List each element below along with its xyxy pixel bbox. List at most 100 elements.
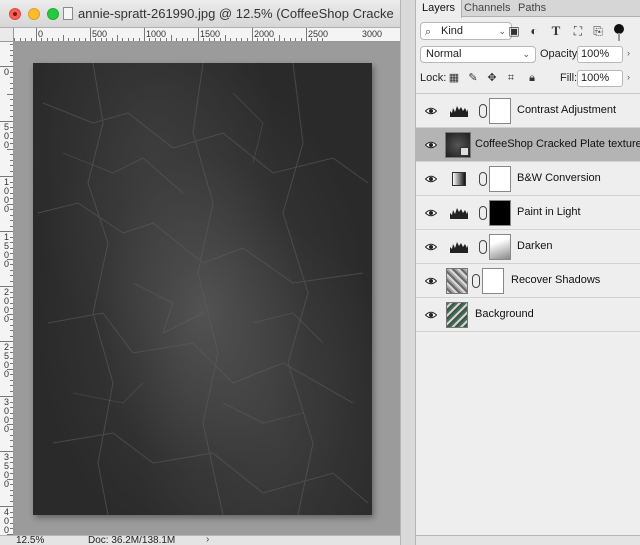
ruler-tick [10,429,13,430]
ruler-tick [10,528,13,529]
crack-texture [37,63,369,515]
ruler-tick [19,38,21,41]
layer-row-paint-in-light[interactable]: Paint in Light [416,196,640,230]
layer-row-darken[interactable]: Darken [416,230,640,264]
ruler-tick [30,38,32,41]
lock-transparent-pixels-icon[interactable]: ▦ [447,71,461,85]
lock-position-icon[interactable]: ✥ [485,71,499,85]
tab-paths[interactable]: Paths [512,0,552,17]
ruler-label: 2000 [254,29,275,39]
document-size[interactable]: Doc: 36.2M/138.1M [88,536,175,545]
smart-object-filter-icon[interactable]: ⎘ [591,24,605,38]
visibility-eye-icon[interactable] [425,105,437,117]
visibility-eye-icon[interactable] [425,139,437,151]
layer-mask-thumbnail[interactable] [489,234,511,260]
lock-image-pixels-icon[interactable]: ✎ [466,71,480,85]
ruler-tick [57,38,59,41]
visibility-eye-icon[interactable] [425,207,437,219]
layer-row-background[interactable]: Background [416,298,640,332]
smart-object-thumbnail[interactable] [445,132,471,158]
ruler-tick [225,35,226,41]
ruler-tick [127,38,129,41]
minimize-window-button[interactable] [28,8,40,20]
zoom-level[interactable]: 12.5% [16,536,44,545]
layer-mask-thumbnail[interactable] [489,166,511,192]
zoom-window-button[interactable] [47,8,59,20]
image-thumbnail[interactable] [446,302,468,328]
ruler-origin[interactable] [0,28,14,42]
pixel-layer-filter-icon[interactable]: ▣ [507,24,521,38]
close-window-button[interactable] [9,8,21,20]
black-white-icon [452,172,466,186]
vertical-ruler[interactable]: 0 5 0 0 1 0 0 0 1 5 0 0 2 0 0 0 2 5 0 0 3 0 0 … [0,42,14,535]
document-title-bar[interactable]: annie-spratt-261990.jpg @ 12.5% (CoffeeS… [0,0,400,28]
ruler-tick [63,35,64,41]
curves-icon [449,240,469,254]
tab-channels[interactable]: Channels [458,0,516,17]
ruler-label: 1 0 0 0 [4,177,10,214]
ruler-tick [241,38,243,41]
opacity-field[interactable]: 100% [577,46,623,63]
ruler-label: 2 5 0 0 [4,342,10,379]
mask-link-icon[interactable] [472,274,480,288]
layer-row-contrast-adjustment[interactable]: Contrast Adjustment [416,94,640,128]
layer-mask-thumbnail[interactable] [489,98,511,124]
ruler-tick [52,38,54,41]
ruler-tick [10,440,13,441]
canvas-image[interactable] [33,63,372,515]
ruler-tick [230,38,232,41]
layer-row-bw-conversion[interactable]: B&W Conversion [416,162,640,196]
adjustment-layer-filter-icon[interactable]: ◐ [527,24,541,38]
ruler-tick [10,115,13,117]
ruler-tick [10,297,13,298]
visibility-eye-icon[interactable] [425,309,437,321]
document-proxy-icon[interactable] [63,7,73,20]
ruler-tick [133,38,135,41]
lock-artboard-icon[interactable]: ⌗ [504,71,518,85]
ruler-tick [10,319,13,320]
ruler-tick [10,71,13,73]
ruler-tick [295,38,297,41]
blend-mode-select[interactable]: Normal ⌄ [420,46,536,63]
visibility-eye-icon[interactable] [425,173,437,185]
fill-field[interactable]: 100% [577,70,623,87]
ruler-tick [122,38,124,41]
layer-row-cracked-plate-texture[interactable]: CoffeeShop Cracked Plate texture [416,128,640,162]
mask-link-icon[interactable] [479,104,487,118]
mask-link-icon[interactable] [479,206,487,220]
ruler-tick [10,104,13,106]
mask-link-icon[interactable] [479,240,487,254]
ruler-tick [10,214,13,216]
layer-mask-thumbnail[interactable] [482,268,504,294]
horizontal-ruler[interactable]: 0 500 1000 1500 2000 2500 3000 [14,28,400,42]
filter-kind-select[interactable]: ⌕ Kind ⌄ [420,22,512,40]
ruler-tick [84,38,86,41]
lock-all-icon[interactable]: 🔒︎ [525,71,539,85]
mask-link-icon[interactable] [479,172,487,186]
tab-layers[interactable]: Layers [416,0,463,18]
filter-toggle-switch[interactable] [614,24,624,42]
opacity-dropdown-icon[interactable]: › [627,48,630,58]
image-thumbnail[interactable] [446,268,468,294]
shape-layer-filter-icon[interactable]: ⛶ [571,24,585,38]
lock-label: Lock: [420,72,447,84]
chevron-down-icon: ⌄ [522,49,530,59]
layer-mask-thumbnail[interactable] [489,200,511,226]
status-menu-arrow[interactable]: › [206,536,209,545]
blend-mode-value: Normal [426,48,462,60]
ruler-tick [10,220,13,221]
layer-name: Paint in Light [517,206,581,218]
ruler-tick [10,192,13,194]
canvas-area[interactable] [15,43,400,535]
visibility-eye-icon[interactable] [425,275,437,287]
layer-row-recover-shadows[interactable]: Recover Shadows [416,264,640,298]
ruler-tick [7,93,13,95]
visibility-eye-icon[interactable] [425,241,437,253]
layer-name: CoffeeShop Cracked Plate texture [475,138,640,150]
type-layer-filter-icon[interactable]: T [549,24,563,38]
ruler-tick [10,247,13,249]
fill-dropdown-icon[interactable]: › [627,72,630,82]
ruler-tick [10,77,13,78]
ruler-tick [10,187,13,188]
ruler-label: 3000 [362,29,383,39]
